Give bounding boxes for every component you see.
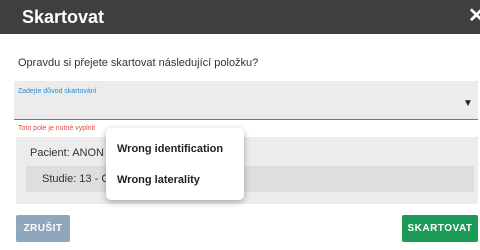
menu-item-wrong-identification[interactable]: Wrong identification <box>117 142 223 156</box>
caret-down-icon[interactable]: ▼ <box>463 99 473 109</box>
dialog-titlebar: Skartovat ✕ <box>0 0 480 34</box>
reason-dropdown-menu: Wrong identification Wrong laterality <box>106 128 244 200</box>
shred-confirm-button[interactable]: SKARTOVAT <box>402 215 478 242</box>
study-row: Studie: 13 - C <box>26 166 474 192</box>
confirmation-question: Opravdu si přejete skartovat následující… <box>18 57 259 69</box>
cancel-button[interactable]: ZRUŠIT <box>16 215 70 242</box>
reason-field-label: Zadejte důvod skartování <box>18 88 97 95</box>
study-label: Studie: 13 - C <box>42 173 110 185</box>
close-icon[interactable]: ✕ <box>468 5 480 27</box>
patient-label: Pacient: ANON <box>30 147 104 159</box>
reason-select[interactable]: Zadejte důvod skartování ▼ <box>14 81 478 120</box>
shred-dialog: Skartovat ✕ Opravdu si přejete skartovat… <box>0 0 480 250</box>
patient-info-box: Pacient: ANON Studie: 13 - C <box>16 137 478 204</box>
dialog-title: Skartovat <box>22 7 105 27</box>
menu-item-wrong-laterality[interactable]: Wrong laterality <box>117 173 200 187</box>
required-field-error: Toto pole je nutné vyplnit <box>18 125 96 132</box>
